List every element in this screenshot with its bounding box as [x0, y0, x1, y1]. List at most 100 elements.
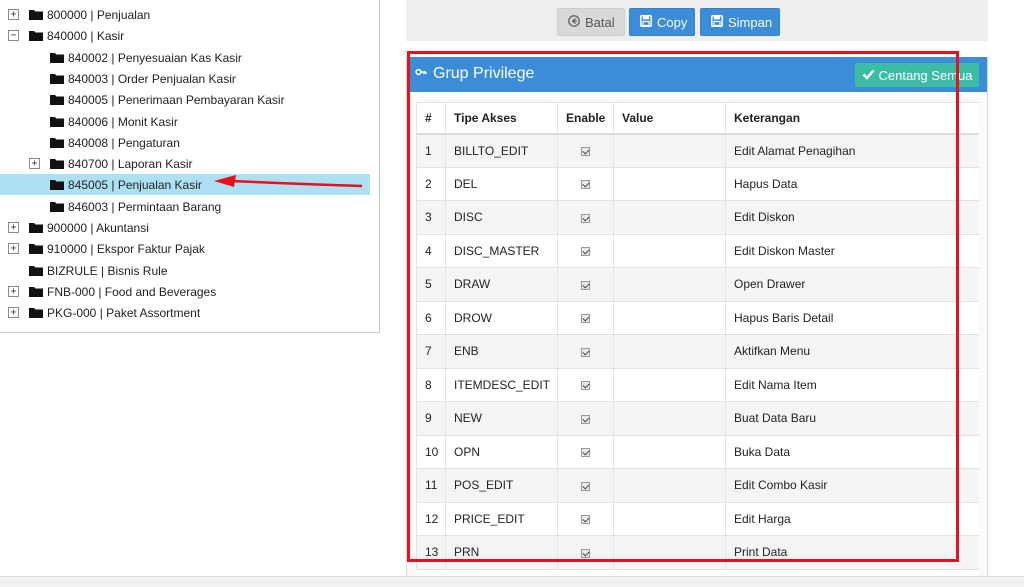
- save-button[interactable]: Simpan: [700, 8, 780, 36]
- enable-checkbox[interactable]: [581, 515, 590, 525]
- col-header-enable: Enable: [557, 102, 614, 135]
- collapse-toggle-icon[interactable]: −: [8, 30, 19, 42]
- folder-icon: [29, 30, 43, 42]
- enable-checkbox[interactable]: [581, 414, 590, 424]
- enable-checkbox[interactable]: [581, 213, 590, 223]
- table-row: 9 NEW Buat Data Baru: [416, 401, 979, 436]
- table-row: 7 ENB Aktifkan Menu: [416, 334, 979, 369]
- row-number: 10: [416, 434, 446, 469]
- description: Edit Diskon Master: [725, 233, 979, 268]
- row-number: 1: [416, 133, 446, 168]
- row-number: 13: [416, 535, 446, 570]
- enable-cell: [557, 334, 614, 369]
- row-number: 3: [416, 200, 446, 235]
- tree-item[interactable]: 846003 | Permintaan Barang: [0, 196, 370, 217]
- tree-item[interactable]: +800000 | Penjualan: [0, 4, 370, 25]
- tree-item[interactable]: 840005 | Penerimaan Pembayaran Kasir: [0, 89, 370, 110]
- tree-item[interactable]: + PKG-000 | Paket Assortment: [0, 302, 370, 323]
- value-cell[interactable]: [613, 166, 726, 201]
- tree-item-label: 840005 | Penerimaan Pembayaran Kasir: [68, 93, 285, 108]
- access-type: PRN: [445, 535, 558, 570]
- folder-icon: [50, 137, 64, 148]
- tree-item[interactable]: +900000 | Akuntansi: [0, 217, 370, 238]
- value-cell[interactable]: [613, 468, 726, 503]
- tree-item-label: 900000 | Akuntansi: [47, 221, 149, 235]
- value-cell[interactable]: [613, 535, 726, 570]
- enable-checkbox[interactable]: [581, 548, 590, 558]
- value-cell[interactable]: [613, 401, 726, 436]
- folder-icon: [29, 307, 43, 319]
- folder-icon: [50, 52, 64, 63]
- row-number: 9: [416, 401, 446, 436]
- table-row: 11 POS_EDIT Edit Combo Kasir: [416, 468, 979, 503]
- value-cell[interactable]: [613, 300, 726, 335]
- row-number: 7: [416, 334, 446, 369]
- folder-icon: [29, 286, 43, 297]
- enable-checkbox[interactable]: [581, 280, 590, 290]
- value-cell[interactable]: [613, 267, 726, 302]
- tree-item-label: 840003 | Order Penjualan Kasir: [68, 71, 236, 86]
- row-number: 4: [416, 233, 446, 268]
- tree-item[interactable]: − 840000 | Kasir: [0, 25, 370, 46]
- access-type: BILLTO_EDIT: [445, 133, 558, 168]
- tree-item-label: FNB-000 | Food and Beverages: [47, 284, 217, 299]
- enable-checkbox[interactable]: [581, 448, 590, 458]
- tree-item[interactable]: +840700 | Laporan Kasir: [0, 153, 370, 174]
- enable-cell: [557, 434, 614, 469]
- tree-item-label: 840700 | Laporan Kasir: [68, 157, 193, 172]
- tree-item[interactable]: + FNB-000 | Food and Beverages: [0, 281, 370, 302]
- bottom-scrollbar[interactable]: [0, 576, 1024, 587]
- tree-item-label: BIZRULE | Bisnis Rule: [47, 263, 168, 278]
- description: Edit Combo Kasir: [725, 468, 979, 503]
- expand-toggle-icon[interactable]: +: [29, 158, 40, 170]
- tree-item[interactable]: 840008 | Pengaturan: [0, 132, 370, 153]
- value-cell[interactable]: [613, 334, 726, 369]
- save-button-label: Simpan: [728, 14, 773, 30]
- value-cell[interactable]: [613, 367, 726, 402]
- enable-checkbox[interactable]: [581, 381, 590, 391]
- check-all-button[interactable]: Centang Semua: [855, 63, 979, 87]
- tree-item[interactable]: 840002 | Penyesuaian Kas Kasir: [0, 47, 370, 68]
- tree-item-label: 840000 | Kasir: [47, 29, 125, 44]
- enable-cell: [557, 166, 614, 201]
- enable-cell: [557, 300, 614, 335]
- enable-cell: [557, 233, 614, 268]
- enable-checkbox[interactable]: [581, 314, 590, 324]
- expand-toggle-icon[interactable]: +: [8, 285, 19, 297]
- tree-item[interactable]: 840003 | Order Penjualan Kasir: [0, 68, 370, 89]
- row-number: 11: [416, 468, 446, 503]
- enable-checkbox[interactable]: [581, 180, 590, 190]
- table-row: 5 DRAW Open Drawer: [416, 267, 979, 302]
- tree-item-label: 846003 | Permintaan Barang: [68, 199, 222, 214]
- table-row: 6 DROW Hapus Baris Detail: [416, 300, 979, 335]
- expand-toggle-icon[interactable]: +: [8, 9, 19, 20]
- tree-item[interactable]: 840006 | Monit Kasir: [0, 111, 370, 132]
- value-cell[interactable]: [613, 501, 726, 536]
- enable-cell: [557, 367, 614, 402]
- description: Buka Data: [725, 434, 979, 469]
- tree-item[interactable]: BIZRULE | Bisnis Rule: [0, 260, 370, 281]
- tree-item[interactable]: +910000 | Ekspor Faktur Pajak: [0, 238, 370, 259]
- value-cell[interactable]: [613, 233, 726, 268]
- expand-toggle-icon[interactable]: +: [8, 307, 19, 319]
- enable-checkbox[interactable]: [581, 247, 590, 257]
- cancel-button[interactable]: Batal: [557, 8, 625, 36]
- table-row: 13 PRN Print Data: [416, 535, 979, 570]
- copy-button[interactable]: Copy: [629, 8, 695, 36]
- row-number: 12: [416, 501, 446, 536]
- description: Hapus Data: [725, 166, 979, 201]
- tree-item[interactable]: 845005 | Penjualan Kasir: [0, 174, 370, 196]
- enable-checkbox[interactable]: [581, 347, 590, 357]
- value-cell[interactable]: [613, 434, 726, 469]
- enable-checkbox[interactable]: [581, 481, 590, 491]
- value-cell[interactable]: [613, 133, 726, 168]
- enable-cell: [557, 501, 614, 536]
- value-cell[interactable]: [613, 200, 726, 235]
- description: Aktifkan Menu: [725, 334, 979, 369]
- access-type: ITEMDESC_EDIT: [445, 367, 558, 402]
- expand-toggle-icon[interactable]: +: [8, 222, 19, 233]
- expand-toggle-icon[interactable]: +: [8, 243, 19, 255]
- description: Print Data: [725, 535, 979, 570]
- enable-checkbox[interactable]: [581, 146, 590, 156]
- folder-icon: [29, 222, 43, 233]
